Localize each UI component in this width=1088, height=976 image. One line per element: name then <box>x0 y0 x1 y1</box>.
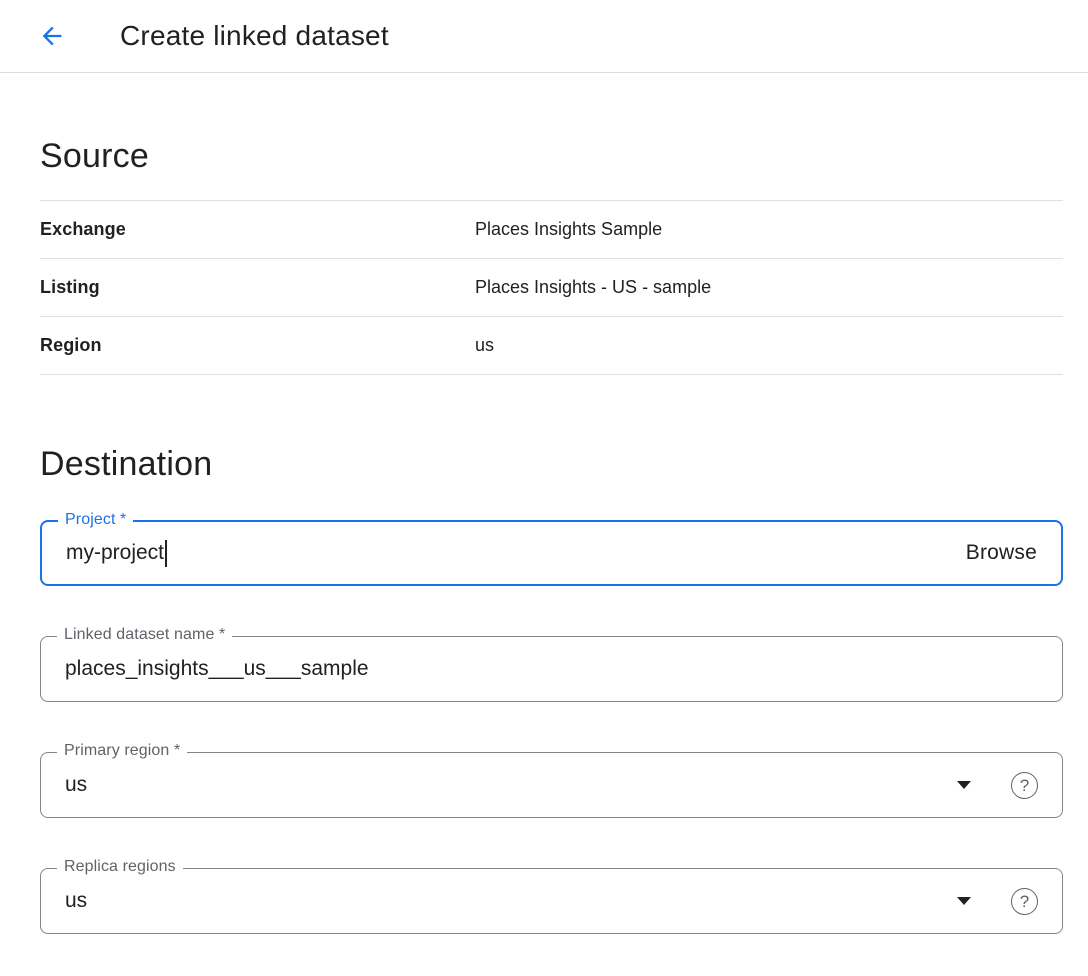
replica-regions-select[interactable]: Replica regions us ? <box>40 868 1063 934</box>
page-title: Create linked dataset <box>120 20 389 52</box>
linked-dataset-name-label: Linked dataset name * <box>57 626 232 644</box>
region-label: Region <box>40 335 475 356</box>
primary-region-value: us <box>65 773 87 797</box>
back-button[interactable] <box>30 14 74 58</box>
primary-region-select[interactable]: Primary region * us ? <box>40 752 1063 818</box>
replica-regions-label: Replica regions <box>57 858 183 876</box>
destination-section-heading: Destination <box>40 445 1063 484</box>
listing-label: Listing <box>40 277 475 298</box>
exchange-value: Places Insights Sample <box>475 219 662 240</box>
table-row: Exchange Places Insights Sample <box>40 201 1063 259</box>
region-value: us <box>475 335 494 356</box>
main-content: Source Exchange Places Insights Sample L… <box>0 137 1088 934</box>
table-row: Region us <box>40 317 1063 375</box>
project-field-label: Project * <box>58 511 133 529</box>
listing-value: Places Insights - US - sample <box>475 277 711 298</box>
help-icon[interactable]: ? <box>1011 888 1038 915</box>
primary-region-label: Primary region * <box>57 742 187 760</box>
table-row: Listing Places Insights - US - sample <box>40 259 1063 317</box>
text-cursor <box>165 540 167 567</box>
replica-regions-value: us <box>65 889 87 913</box>
linked-dataset-name-field[interactable]: Linked dataset name * places_insights___… <box>40 636 1063 702</box>
header: Create linked dataset <box>0 0 1088 73</box>
arrow-back-icon <box>38 22 66 50</box>
source-section-heading: Source <box>40 137 1063 176</box>
project-field[interactable]: Project * my-project Browse <box>40 520 1063 586</box>
browse-button[interactable]: Browse <box>966 541 1037 565</box>
chevron-down-icon[interactable] <box>957 897 971 905</box>
help-icon[interactable]: ? <box>1011 772 1038 799</box>
exchange-label: Exchange <box>40 219 475 240</box>
source-info-table: Exchange Places Insights Sample Listing … <box>40 200 1063 375</box>
chevron-down-icon[interactable] <box>957 781 971 789</box>
project-field-value: my-project <box>66 541 164 565</box>
linked-dataset-name-value: places_insights___us___sample <box>65 657 369 681</box>
